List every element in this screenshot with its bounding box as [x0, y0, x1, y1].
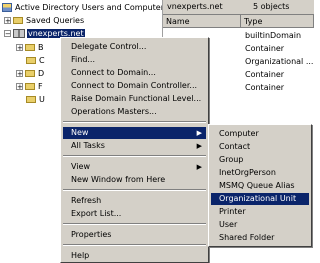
column-header-name[interactable]: Name: [163, 15, 241, 28]
menu-item-all-tasks-label: All Tasks: [71, 141, 105, 150]
child-label: D: [38, 69, 45, 78]
menu-item-export-list[interactable]: Export List...: [63, 208, 206, 220]
submenu-arrow-icon: ▶: [196, 163, 202, 171]
tree-child-2[interactable]: C: [26, 55, 45, 67]
menu-separator: [63, 189, 206, 191]
menu-item-help[interactable]: Help: [63, 250, 206, 262]
domain-icon: [13, 29, 25, 38]
child-label: C: [39, 56, 45, 65]
child-label: B: [38, 43, 44, 52]
submenu-arrow-icon: ▶: [196, 142, 202, 150]
aduc-icon: [2, 3, 12, 12]
column-header-type[interactable]: Type: [241, 15, 314, 28]
submenu-item-shared-folder[interactable]: Shared Folder: [211, 232, 309, 244]
tree-child-4[interactable]: + F: [16, 81, 43, 93]
tree-child-1[interactable]: + B: [16, 42, 44, 54]
submenu-item-contact[interactable]: Contact: [211, 141, 309, 153]
menu-item-find[interactable]: Find...: [63, 54, 206, 66]
row-type: Container: [245, 83, 285, 92]
collapse-icon[interactable]: −: [4, 30, 11, 38]
tree-root[interactable]: Active Directory Users and Computers: [2, 2, 163, 14]
folder-icon: [26, 57, 36, 64]
menu-item-raise-level[interactable]: Raise Domain Functional Level...: [63, 93, 206, 105]
folder-icon: [25, 83, 35, 90]
folder-icon: [25, 44, 35, 51]
row-type: Container: [245, 44, 285, 53]
submenu-item-organizational-unit[interactable]: Organizational Unit: [211, 193, 309, 205]
submenu-item-msmq-queue-alias[interactable]: MSMQ Queue Alias: [211, 180, 309, 192]
folder-icon: [13, 17, 23, 24]
tree-saved-queries[interactable]: + Saved Queries: [4, 15, 84, 27]
pane-header-domain: vnexperts.net: [167, 2, 223, 11]
menu-item-properties[interactable]: Properties: [63, 229, 206, 241]
child-label: U: [39, 95, 45, 104]
menu-item-refresh[interactable]: Refresh: [63, 195, 206, 207]
expand-icon[interactable]: +: [16, 70, 23, 78]
row-type: Organizational ...: [245, 57, 314, 66]
menu-item-connect-domain[interactable]: Connect to Domain...: [63, 67, 206, 79]
context-menu: Delegate Control... Find... Connect to D…: [60, 37, 209, 263]
object-count: 5 objects: [253, 2, 290, 11]
folder-icon: [25, 70, 35, 77]
menu-separator: [63, 223, 206, 225]
submenu-item-printer[interactable]: Printer: [211, 206, 309, 218]
row-type: builtinDomain: [245, 31, 302, 40]
saved-queries-label: Saved Queries: [26, 16, 85, 25]
tree-child-5[interactable]: U: [26, 94, 45, 106]
expand-icon[interactable]: +: [16, 44, 23, 52]
menu-item-view[interactable]: View ▶: [63, 161, 206, 173]
submenu-item-computer[interactable]: Computer: [211, 128, 309, 140]
menu-separator: [63, 155, 206, 157]
expand-icon[interactable]: +: [16, 83, 23, 91]
menu-item-new-window[interactable]: New Window from Here: [63, 174, 206, 186]
expand-icon[interactable]: +: [4, 17, 11, 25]
new-submenu: Computer Contact Group InetOrgPerson MSM…: [208, 124, 312, 247]
menu-item-operations-masters[interactable]: Operations Masters...: [63, 106, 206, 118]
menu-item-new-label: New: [71, 128, 89, 137]
menu-separator: [63, 121, 206, 123]
row-type: Container: [245, 70, 285, 79]
menu-item-new[interactable]: New ▶: [63, 127, 206, 139]
menu-item-connect-controller[interactable]: Connect to Domain Controller...: [63, 80, 206, 92]
tree-root-label: Active Directory Users and Computers: [15, 3, 163, 12]
menu-item-view-label: View: [71, 162, 90, 171]
tree-child-3[interactable]: + D: [16, 68, 44, 80]
submenu-item-inetorgperson[interactable]: InetOrgPerson: [211, 167, 309, 179]
submenu-item-user[interactable]: User: [211, 219, 309, 231]
folder-icon: [26, 96, 36, 103]
submenu-item-group[interactable]: Group: [211, 154, 309, 166]
menu-item-all-tasks[interactable]: All Tasks ▶: [63, 140, 206, 152]
pane-header: vnexperts.net 5 objects: [163, 0, 314, 15]
menu-separator: [63, 244, 206, 246]
menu-item-delegate-control[interactable]: Delegate Control...: [63, 41, 206, 53]
submenu-arrow-icon: ▶: [196, 129, 202, 137]
child-label: F: [38, 82, 43, 91]
